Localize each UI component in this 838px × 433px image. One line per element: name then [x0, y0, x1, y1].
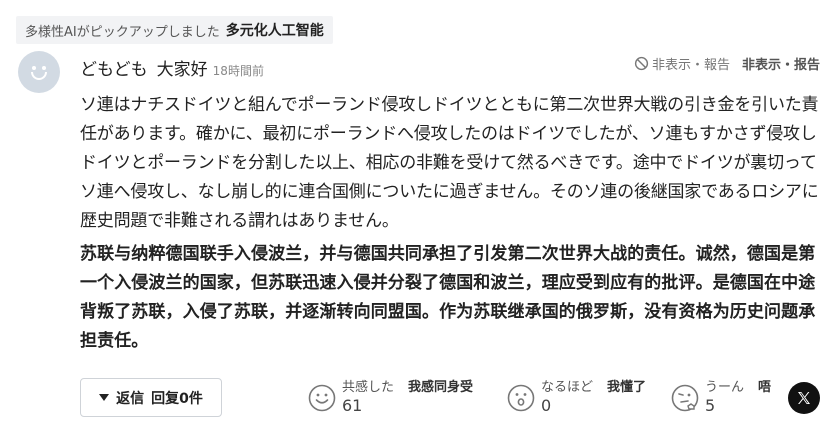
reaction-label: うーん — [705, 380, 745, 395]
author-name-translation: 大家好 — [156, 60, 208, 80]
comment-body: ソ連はナチスドイツと組んでポーランド侵攻しドイツとともに第二次世界大戦の引き金を… — [80, 95, 819, 231]
reaction-count: 61 — [342, 396, 363, 415]
reaction-understand-button[interactable]: なるほど 我懂了 0 — [507, 376, 646, 420]
avatar-mouth — [31, 72, 47, 80]
thinking-icon — [671, 384, 699, 412]
share-x-button[interactable] — [788, 382, 820, 414]
reaction-count: 0 — [541, 396, 552, 415]
report-area: 非表示・報告 非表示・报告 — [634, 54, 820, 73]
reaction-count: 5 — [705, 396, 716, 415]
reaction-label: なるほど — [541, 380, 594, 395]
ai-pick-badge: 多様性AIがピックアップしました 多元化人工智能 — [16, 16, 333, 44]
ai-pick-label: 多様性AIがピックアップしました — [25, 24, 220, 40]
reply-button[interactable]: 返信 回复0件 — [80, 378, 222, 417]
reaction-label-translation: 我懂了 — [607, 380, 647, 395]
reaction-hmm-button[interactable]: うーん 唔 5 — [671, 376, 771, 420]
ai-pick-label-translation: 多元化人工智能 — [225, 23, 324, 39]
comment-body-translation: 苏联与纳粹德国联手入侵波兰，并与德国共同承担了引发第二次世界大战的责任。诚然，德… — [80, 244, 816, 351]
smile-icon — [308, 384, 336, 412]
hide-report-translation: 非表示・报告 — [741, 58, 820, 73]
comment-timestamp: 18時間前 — [212, 64, 264, 78]
x-logo-icon — [798, 392, 810, 404]
reaction-label-translation: 我感同身受 — [408, 380, 474, 395]
hide-report-button[interactable]: 非表示・報告 — [634, 54, 730, 73]
caret-down-icon — [99, 394, 110, 401]
reply-label: 返信 — [116, 390, 145, 407]
reaction-label: 共感した — [342, 380, 395, 395]
hide-report-label: 非表示・報告 — [651, 58, 730, 73]
surprised-icon — [507, 384, 535, 412]
avatar[interactable] — [18, 51, 60, 93]
comment-meta: どもども 大家好 18時間前 — [80, 55, 264, 80]
avatar-eye-left — [32, 66, 36, 70]
reaction-empathize-button[interactable]: 共感した 我感同身受 61 — [308, 376, 473, 420]
prohibit-icon — [634, 56, 649, 71]
reply-count-label: 回复0件 — [151, 390, 203, 407]
avatar-eye-right — [42, 66, 46, 70]
author-name[interactable]: どもども — [80, 55, 148, 80]
reaction-label-translation: 唔 — [758, 380, 772, 395]
